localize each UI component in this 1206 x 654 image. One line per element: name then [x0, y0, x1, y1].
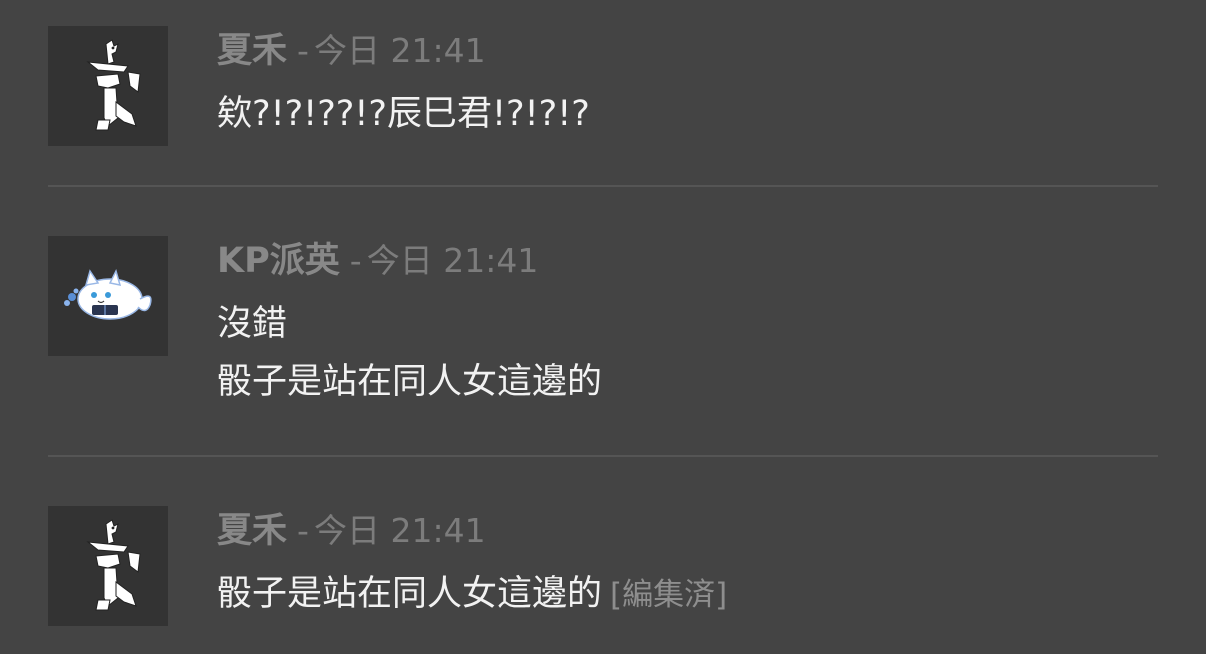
message-line: 骰子是站在同人女這邊的: [217, 362, 603, 402]
author-name[interactable]: 夏禾: [217, 511, 287, 551]
header-separator: -: [349, 241, 362, 280]
message-header: KP派英 - 今日 21:41: [217, 238, 538, 284]
message-header: 夏禾 - 今日 21:41: [217, 508, 486, 554]
message-content: 骰子是站在同人女這邊的 [編集済]: [217, 565, 727, 624]
message-line: 沒錯: [217, 304, 288, 344]
timestamp: 今日 21:41: [366, 241, 539, 280]
message-line: 欸?!?!??!?辰巳君!?!?!?: [217, 94, 590, 134]
chat-message: 夏禾 - 今日 21:41 欸?!?!??!?辰巳君!?!?!?: [48, 26, 1158, 146]
avatar[interactable]: [48, 506, 168, 626]
chat-message: 夏禾 - 今日 21:41 骰子是站在同人女這邊的 [編集済]: [48, 506, 1158, 626]
chat-log: 夏禾 - 今日 21:41 欸?!?!??!?辰巳君!?!?!? KP派英 - …: [0, 0, 1206, 654]
author-name[interactable]: KP派英: [217, 241, 340, 281]
message-header: 夏禾 - 今日 21:41: [217, 28, 486, 74]
avatar[interactable]: [48, 26, 168, 146]
message-divider: [48, 185, 1158, 187]
message-divider: [48, 455, 1158, 457]
cat-avatar-icon: [64, 268, 152, 320]
author-name[interactable]: 夏禾: [217, 31, 287, 71]
edited-label: [編集済]: [610, 577, 728, 613]
header-separator: -: [297, 511, 309, 550]
header-separator: -: [297, 31, 309, 70]
chat-message: KP派英 - 今日 21:41 沒錯 骰子是站在同人女這邊的: [48, 236, 1158, 402]
message-content: 欸?!?!??!?辰巳君!?!?!?: [217, 85, 590, 143]
dragon-avatar-icon: [86, 39, 141, 131]
timestamp: 今日 21:41: [314, 511, 486, 550]
message-content: 沒錯 骰子是站在同人女這邊的: [217, 295, 602, 411]
avatar[interactable]: [48, 236, 168, 356]
message-line: 骰子是站在同人女這邊的: [217, 574, 603, 614]
dragon-avatar-icon: [86, 519, 141, 611]
timestamp: 今日 21:41: [314, 31, 486, 70]
